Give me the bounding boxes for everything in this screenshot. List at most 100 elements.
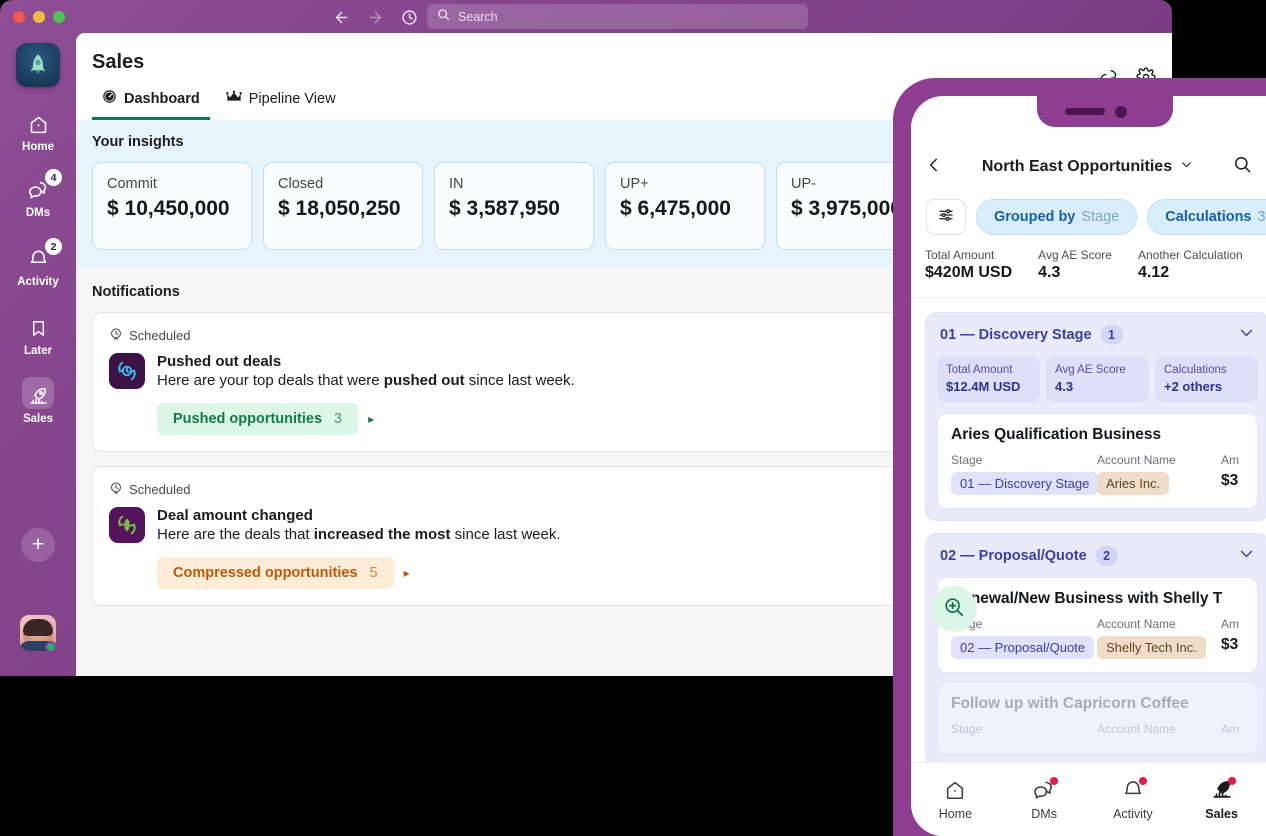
group-stat-value: +2 others — [1164, 379, 1223, 394]
rocket-app-logo[interactable] — [16, 43, 60, 87]
home-icon — [942, 778, 968, 802]
mobile-tab-activity[interactable]: Activity — [1089, 777, 1178, 821]
scheduled-clock-icon — [109, 481, 123, 498]
notification-text-post: since last week. — [464, 372, 575, 389]
search-placeholder: Search — [458, 9, 498, 24]
window-maximize-button[interactable] — [53, 11, 65, 23]
opportunity-group: 02 — Proposal/Quote 2 Renewal/New Busine… — [925, 533, 1266, 763]
chip-label: Calculations — [1165, 209, 1252, 225]
insight-card[interactable]: Commit $ 10,450,000 — [92, 162, 252, 250]
expand-caret-icon[interactable]: ▸ — [404, 566, 410, 580]
window-nav-controls — [330, 6, 420, 28]
deal-title: Renewal/New Business with Shelly T — [951, 590, 1223, 607]
deal-fields: Stage 01 — Discovery Stage Account Name … — [951, 453, 1244, 495]
group-stat: Avg AE Score 4.3 — [1046, 356, 1149, 402]
deal-card[interactable]: Renewal/New Business with Shelly T Stage… — [937, 577, 1258, 673]
deal-card[interactable]: Follow up with Capricorn Coffee Stage Ac… — [937, 682, 1258, 755]
sidebar-item-activity[interactable]: 2 Activity — [0, 238, 76, 288]
pushed-opportunities-button[interactable]: Pushed opportunities 3 — [157, 403, 359, 435]
chip-grouped-by[interactable]: Grouped by Stage — [976, 199, 1138, 235]
notification-text-pre: Here are your top deals that were — [157, 372, 384, 389]
phone-notch — [1037, 96, 1173, 127]
group-header[interactable]: 01 — Discovery Stage 1 — [937, 324, 1258, 345]
phone-camera — [1115, 106, 1127, 118]
deal-field-stage: Stage 01 — Discovery Stage — [951, 453, 1099, 495]
scheduled-clock-icon — [109, 327, 123, 344]
gauge-icon — [102, 89, 117, 108]
sidebar-item-home[interactable]: Home — [0, 110, 76, 153]
mobile-opportunity-list[interactable]: 01 — Discovery Stage 1 Total Amount $12.… — [911, 302, 1266, 763]
deal-stage-tag: 02 — Proposal/Quote — [951, 636, 1095, 659]
deal-amount-value: $3 — [1221, 472, 1239, 489]
zoom-in-button[interactable] — [931, 586, 977, 632]
chip-value: Stage — [1081, 209, 1120, 225]
compressed-opportunities-button[interactable]: Compressed opportunities 5 — [157, 557, 394, 589]
calculation-value: 4.12 — [1137, 264, 1170, 281]
history-clock-icon[interactable] — [398, 6, 420, 28]
sidebar-item-sales[interactable]: Sales — [0, 377, 76, 425]
mobile-filter-bar: Grouped by Stage Calculations 3 Sort — [911, 192, 1266, 242]
sidebar-item-dms[interactable]: 4 DMs — [0, 169, 76, 219]
mobile-screen: North East Opportunities Grouped by Stag… — [911, 96, 1266, 836]
notification-status: Scheduled — [129, 482, 191, 497]
calculation-item: Another Calculation 4.12 — [1138, 248, 1243, 297]
rocket-chart-icon — [1209, 777, 1236, 802]
add-button[interactable]: + — [21, 528, 55, 562]
chip-calculations[interactable]: Calculations 3 — [1147, 199, 1266, 235]
chevron-down-icon — [1180, 158, 1193, 176]
notification-dot — [1050, 777, 1059, 785]
window-titlebar: Search — [0, 0, 1172, 33]
mobile-calculations-row: Total Amount $420M USD Avg AE Score 4.3 … — [911, 248, 1266, 298]
insight-card[interactable]: Closed $ 18,050,250 — [263, 162, 423, 250]
mobile-tab-label: Sales — [1205, 807, 1238, 821]
group-stat: Calculations +2 others — [1155, 356, 1258, 402]
window-close-button[interactable] — [13, 11, 25, 23]
zoom-in-icon — [943, 596, 965, 623]
mobile-tab-label: Home — [938, 807, 973, 821]
notification-text-bold: pushed out — [383, 372, 465, 389]
mobile-tab-dms[interactable]: DMs — [1000, 777, 1089, 821]
bell-icon — [1120, 777, 1147, 802]
insight-card[interactable]: UP+ $ 6,475,000 — [605, 162, 765, 250]
notification-dot — [1138, 777, 1147, 785]
deal-amount-value: $3 — [1221, 636, 1239, 653]
insight-card[interactable]: IN $ 3,587,950 — [434, 162, 594, 250]
sidebar-item-label: Later — [23, 345, 53, 357]
filter-button[interactable] — [926, 199, 966, 235]
page-title: Sales — [92, 51, 145, 73]
deal-title: Aries Qualification Business — [951, 426, 1162, 443]
calculation-value: $420M USD — [925, 264, 1013, 281]
group-header[interactable]: 02 — Proposal/Quote 2 — [937, 545, 1258, 566]
deal-field-account: Account Name Aries Inc. — [1097, 453, 1207, 495]
deal-field-label: Account Name — [1097, 617, 1176, 631]
deal-field-account: Account Name — [1097, 722, 1207, 741]
deal-field-label: Account Name — [1097, 722, 1176, 736]
window-minimize-button[interactable] — [33, 11, 45, 23]
notification-heading: Deal amount changed — [157, 507, 313, 524]
back-arrow-icon[interactable] — [330, 6, 352, 28]
mobile-tab-sales[interactable]: Sales — [1177, 777, 1266, 821]
tab-label: Pipeline View — [248, 91, 336, 107]
chevron-down-icon[interactable] — [1238, 545, 1255, 566]
deal-field-amount: Am $3 — [1221, 617, 1266, 659]
sidebar-item-label: DMs — [25, 207, 51, 219]
expand-caret-icon[interactable]: ▸ — [368, 412, 374, 426]
sidebar-item-later[interactable]: Later — [0, 314, 76, 357]
group-stat: Total Amount $12.4M USD — [937, 356, 1040, 402]
mobile-tab-bar: Home DMs Activity Sales — [911, 762, 1266, 836]
mobile-search-button[interactable] — [1218, 155, 1266, 179]
deal-field-account: Account Name Shelly Tech Inc. — [1097, 617, 1207, 659]
mobile-header: North East Opportunities — [911, 144, 1266, 190]
sidebar-rail: Home 4 DMs 2 Activity Later Sales + — [0, 33, 76, 676]
mobile-tab-home[interactable]: Home — [911, 778, 1000, 821]
mobile-title[interactable]: North East Opportunities — [957, 158, 1218, 176]
search-input[interactable]: Search — [427, 4, 808, 29]
deal-stage-tag: 01 — Discovery Stage — [951, 472, 1099, 495]
deal-card[interactable]: Aries Qualification Business Stage 01 — … — [937, 413, 1258, 509]
chevron-down-icon[interactable] — [1238, 324, 1255, 345]
forward-arrow-icon[interactable] — [364, 6, 386, 28]
tab-dashboard[interactable]: Dashboard — [92, 83, 210, 120]
pill-count: 5 — [369, 565, 378, 581]
tab-pipeline-view[interactable]: Pipeline View — [216, 84, 346, 120]
back-button[interactable] — [911, 156, 957, 179]
